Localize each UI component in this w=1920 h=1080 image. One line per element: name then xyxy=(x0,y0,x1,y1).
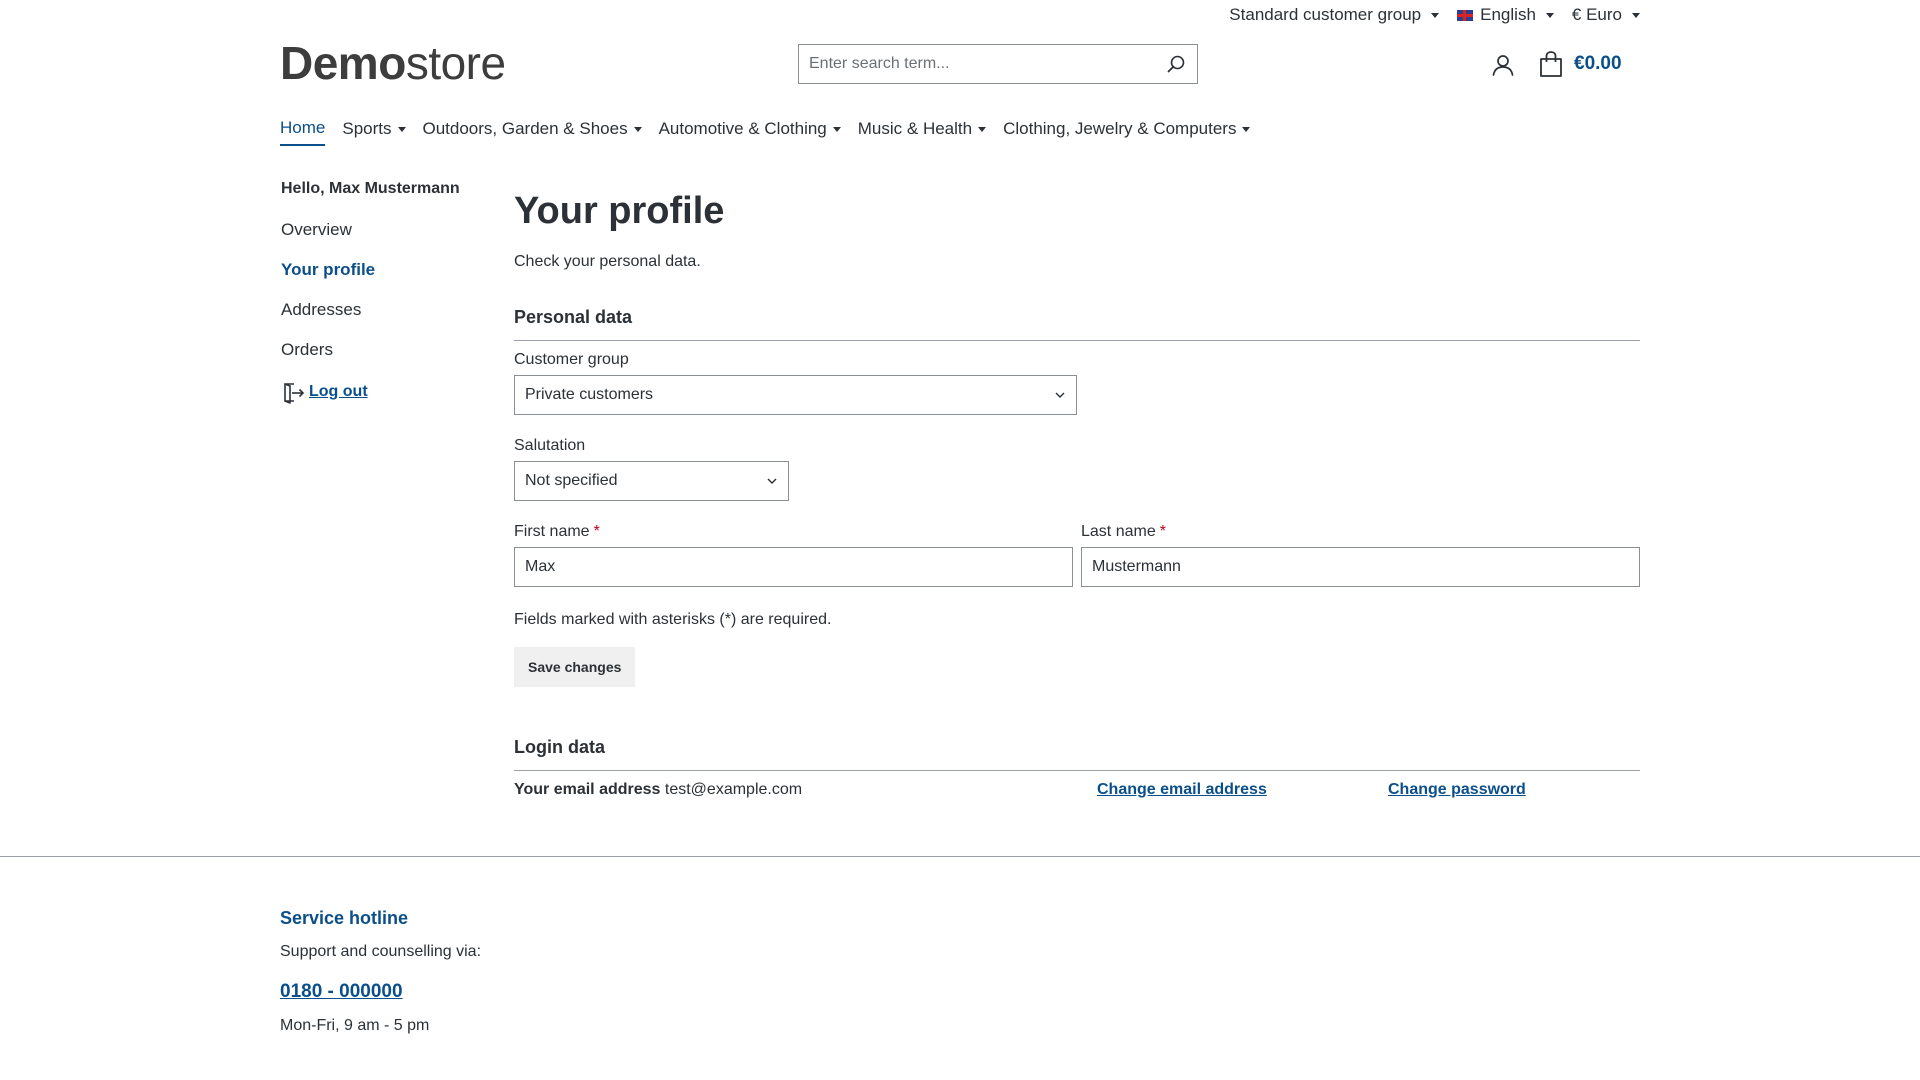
uk-flag-icon xyxy=(1457,9,1474,21)
page-title: Your profile xyxy=(514,190,725,232)
customer-group-dropdown[interactable]: Standard customer group xyxy=(1229,5,1440,25)
first-name-label-text: First name xyxy=(514,523,590,540)
hotline-hours: Mon-Fri, 9 am - 5 pm xyxy=(280,1017,430,1034)
required-asterisk: * xyxy=(1159,523,1166,540)
logo-bold-text: Demo xyxy=(280,37,406,89)
currency-dropdown[interactable]: € Euro xyxy=(1572,5,1640,25)
sidebar-item-orders[interactable]: Orders xyxy=(281,340,481,360)
footer-divider xyxy=(0,856,1920,857)
currency-label: € Euro xyxy=(1571,5,1622,24)
nav-item-label: Automotive & Clothing xyxy=(658,119,827,138)
customer-group-value: Private customers xyxy=(525,386,654,403)
page-subtitle: Check your personal data. xyxy=(514,253,701,270)
nav-item-home[interactable]: Home xyxy=(280,118,326,146)
salutation-select[interactable]: Not specified xyxy=(514,461,789,501)
login-data-heading: Login data xyxy=(514,737,1640,771)
email-value: test@example.com xyxy=(664,781,803,798)
shopping-bag-icon xyxy=(1540,51,1562,77)
login-data-row: Your email address test@example.com Chan… xyxy=(514,781,1640,799)
caret-down-icon xyxy=(1632,12,1640,18)
save-changes-button[interactable]: Save changes xyxy=(514,647,636,687)
last-name-input[interactable]: Mustermann xyxy=(1081,547,1640,587)
nav-item-label: Clothing, Jewelry & Computers xyxy=(1003,119,1237,138)
email-label: Your email address xyxy=(514,781,661,798)
caret-down-icon xyxy=(397,126,406,132)
nav-item-label: Outdoors, Garden & Shoes xyxy=(422,119,628,138)
sidebar-item-your-profile[interactable]: Your profile xyxy=(281,260,481,280)
chevron-down-icon xyxy=(767,478,777,484)
personal-data-heading: Personal data xyxy=(514,307,1640,341)
hotline-phone-link[interactable]: 0180 - 000000 xyxy=(280,981,481,1003)
logo-light-text: store xyxy=(405,37,506,89)
caret-down-icon xyxy=(832,126,841,132)
nav-item-sports[interactable]: Sports xyxy=(342,118,406,146)
chevron-down-icon xyxy=(1055,392,1065,398)
account-sidebar: Hello, Max Mustermann Overview Your prof… xyxy=(281,180,481,404)
logout-icon xyxy=(284,383,305,404)
search-icon xyxy=(1167,55,1185,73)
salutation-value: Not specified xyxy=(525,472,618,489)
user-icon xyxy=(1492,55,1514,76)
footer-text: Support and counselling via: xyxy=(280,943,482,960)
cart-button[interactable]: €0.00 xyxy=(1538,50,1622,78)
nav-item-outdoors-garden-shoes[interactable]: Outdoors, Garden & Shoes xyxy=(423,118,642,146)
nav-item-label: Sports xyxy=(342,119,392,138)
salutation-field-label: Salutation xyxy=(514,437,586,454)
customer-group-select[interactable]: Private customers xyxy=(514,375,1077,415)
sidebar-item-overview[interactable]: Overview xyxy=(281,220,481,240)
language-label: English xyxy=(1480,5,1536,24)
store-logo[interactable]: Demostore xyxy=(280,36,506,90)
top-bar: Standard customer group English € Euro xyxy=(1229,5,1640,25)
nav-item-label: Music & Health xyxy=(857,119,973,138)
profile-content: Your profile Check your personal data. P… xyxy=(514,190,1640,799)
change-password-link[interactable]: Change password xyxy=(1388,781,1526,798)
search-bar xyxy=(798,44,1198,84)
nav-item-automotive-clothing[interactable]: Automotive & Clothing xyxy=(659,118,841,146)
customer-group-field-label: Customer group xyxy=(514,351,629,368)
main-navigation: Home Sports Outdoors, Garden & Shoes Aut… xyxy=(280,118,1251,146)
first-name-input[interactable]: Max xyxy=(514,547,1073,587)
caret-down-icon xyxy=(1545,12,1554,18)
customer-group-label: Standard customer group xyxy=(1229,5,1422,24)
caret-down-icon xyxy=(633,126,642,132)
last-name-label-text: Last name xyxy=(1081,523,1156,540)
nav-item-label: Home xyxy=(280,118,326,137)
logout-label: Log out xyxy=(309,383,368,400)
nav-item-music-health[interactable]: Music & Health xyxy=(857,118,987,146)
last-name-field-label: Last name * xyxy=(1081,523,1640,541)
sidebar-item-addresses[interactable]: Addresses xyxy=(281,300,481,320)
search-button[interactable] xyxy=(1155,45,1197,83)
required-asterisk: * xyxy=(593,523,600,540)
first-name-field-label: First name * xyxy=(514,523,1073,541)
greeting: Hello, Max Mustermann xyxy=(281,180,460,197)
search-input[interactable] xyxy=(799,45,1155,83)
account-button[interactable] xyxy=(1490,52,1516,78)
logout-link[interactable]: Log out xyxy=(281,380,481,404)
required-fields-note: Fields marked with asterisks (*) are req… xyxy=(514,611,832,628)
nav-item-clothing-jewelry-computers[interactable]: Clothing, Jewelry & Computers xyxy=(1003,118,1251,146)
caret-down-icon xyxy=(1242,126,1251,132)
change-email-link[interactable]: Change email address xyxy=(1097,781,1267,798)
footer-service-hotline: Service hotline Support and counselling … xyxy=(280,908,481,1035)
cart-total: €0.00 xyxy=(1574,53,1622,74)
footer-heading: Service hotline xyxy=(280,908,409,928)
language-dropdown[interactable]: English xyxy=(1457,5,1554,25)
caret-down-icon xyxy=(978,126,987,132)
caret-down-icon xyxy=(1431,12,1440,18)
